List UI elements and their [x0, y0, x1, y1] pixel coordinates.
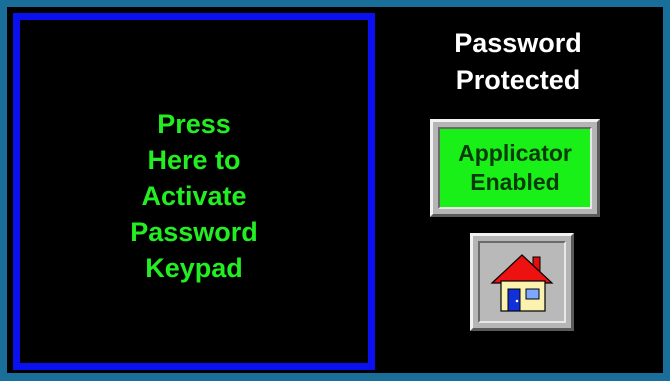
hmi-screen: Press Here to Activate Password Keypad P…: [0, 0, 670, 381]
home-button[interactable]: [470, 233, 574, 331]
applicator-enabled-label: Applicator Enabled: [458, 140, 572, 195]
password-protected-title: Password Protected: [454, 28, 582, 95]
home-button-face: [478, 241, 566, 323]
home-icon: [490, 254, 554, 312]
activate-keypad-button[interactable]: Press Here to Activate Password Keypad: [13, 13, 375, 370]
main-panel: Press Here to Activate Password Keypad P…: [7, 7, 663, 373]
activate-keypad-label: Press Here to Activate Password Keypad: [130, 108, 258, 283]
applicator-enabled-button[interactable]: Applicator Enabled: [430, 119, 600, 217]
applicator-enabled-face: Applicator Enabled: [438, 127, 592, 209]
